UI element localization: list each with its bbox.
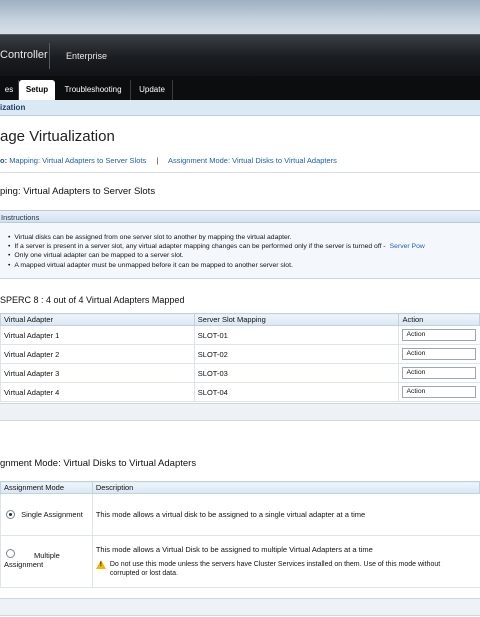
single-assignment-radio[interactable] [6, 510, 15, 520]
action-dropdown[interactable]: Action [402, 386, 477, 398]
instructions-header[interactable]: Instructions [0, 210, 480, 223]
app-banner: Controller Enterprise [0, 34, 480, 76]
table-footer-bar [0, 598, 480, 616]
action-dropdown[interactable]: Action [402, 329, 477, 341]
table-footer-bar [0, 403, 480, 421]
jump-to-links: o: Mapping: Virtual Adapters to Server S… [0, 156, 337, 165]
single-assignment-description: This mode allows a virtual disk to be as… [91, 493, 480, 536]
instruction-item: Virtual disks can be assigned from one s… [8, 233, 425, 242]
action-dropdown[interactable]: Action [402, 367, 477, 379]
instructions-title: Instructions [1, 213, 40, 222]
adapter-mapping-table: Virtual Adapter Server Slot Mapping Acti… [0, 313, 480, 402]
table-row: Multiple Assignment This mode allows a V… [0, 535, 480, 588]
slot-value: SLOT-04 [193, 382, 399, 402]
table-row: Virtual Adapter 2 SLOT-02 Action [0, 344, 480, 364]
warning-icon [95, 560, 106, 570]
divider [0, 172, 480, 173]
table-row: Single Assignment This mode allows a vir… [0, 493, 480, 536]
adapter-name: Virtual Adapter 4 [0, 382, 195, 402]
warning-message: Do not use this mode unless the servers … [95, 560, 477, 578]
jump-separator: | [156, 156, 159, 165]
column-header-action[interactable]: Action [398, 313, 480, 326]
warning-text-line1: Do not use this mode unless the servers … [109, 561, 441, 568]
assignment-mode-table: Assignment Mode Description Single Assig… [0, 481, 480, 588]
single-assignment-label: Single Assignment [21, 509, 83, 519]
server-power-link[interactable]: Server Pow [390, 243, 425, 250]
window-top-strip [0, 0, 480, 34]
jump-link-mapping[interactable]: Mapping: Virtual Adapters to Server Slot… [9, 156, 146, 165]
mapping-section-title: ping: Virtual Adapters to Server Slots [0, 186, 156, 197]
warning-text-line2: corrupted or lost data. [109, 570, 178, 577]
jump-to-label: o: [0, 156, 8, 165]
subtab-virtualization[interactable]: ization [0, 103, 25, 112]
column-header-slot-mapping[interactable]: Server Slot Mapping [193, 313, 400, 326]
assignment-section-title: gnment Mode: Virtual Disks to Virtual Ad… [0, 458, 197, 469]
multiple-assignment-label-line1: Multiple [34, 550, 60, 560]
multiple-assignment-radio[interactable] [6, 548, 15, 558]
column-header-assignment-mode[interactable]: Assignment Mode [0, 481, 93, 494]
action-dropdown[interactable]: Action [402, 348, 477, 360]
table-row: Virtual Adapter 1 SLOT-01 Action [0, 325, 480, 345]
jump-link-assignment[interactable]: Assignment Mode: Virtual Disks to Virtua… [168, 156, 337, 165]
page-title: age Virtualization [0, 128, 115, 145]
slot-value: SLOT-02 [193, 344, 399, 364]
instructions-panel: Virtual disks can be assigned from one s… [0, 223, 480, 279]
adapter-name: Virtual Adapter 1 [0, 325, 195, 345]
single-assignment-option[interactable]: Single Assignment [0, 493, 93, 536]
table-row: Virtual Adapter 3 SLOT-03 Action [0, 363, 480, 383]
instruction-item: A mapped virtual adapter must be unmappe… [8, 261, 425, 270]
multiple-assignment-option[interactable]: Multiple Assignment [0, 535, 93, 588]
multiple-assignment-label-line2: Assignment [4, 559, 44, 569]
sub-navigation: ization [0, 100, 480, 116]
column-header-virtual-adapter[interactable]: Virtual Adapter [0, 313, 195, 326]
product-name: Controller [0, 49, 48, 61]
adapter-name: Virtual Adapter 2 [0, 344, 195, 364]
tab-troubleshooting[interactable]: Troubleshooting [56, 80, 131, 100]
tab-properties[interactable]: es [0, 80, 19, 100]
tab-setup[interactable]: Setup [19, 80, 55, 100]
instruction-item: Only one virtual adapter can be mapped t… [8, 251, 425, 260]
adapter-name: Virtual Adapter 3 [0, 363, 195, 383]
tab-update[interactable]: Update [132, 80, 173, 100]
column-header-description[interactable]: Description [91, 481, 480, 494]
banner-divider [49, 43, 50, 69]
instruction-item: If a server is present in a server slot,… [8, 242, 425, 251]
multiple-assignment-description: This mode allows a Virtual Disk to be as… [95, 545, 373, 554]
main-tab-bar: es Setup Troubleshooting Update [0, 76, 480, 100]
table-row: Virtual Adapter 4 SLOT-04 Action [0, 382, 480, 402]
edition-label: Enterprise [66, 51, 108, 61]
slot-value: SLOT-01 [193, 325, 399, 345]
slot-value: SLOT-03 [193, 363, 399, 383]
mapping-summary: SPERC 8 : 4 out of 4 Virtual Adapters Ma… [0, 295, 185, 305]
